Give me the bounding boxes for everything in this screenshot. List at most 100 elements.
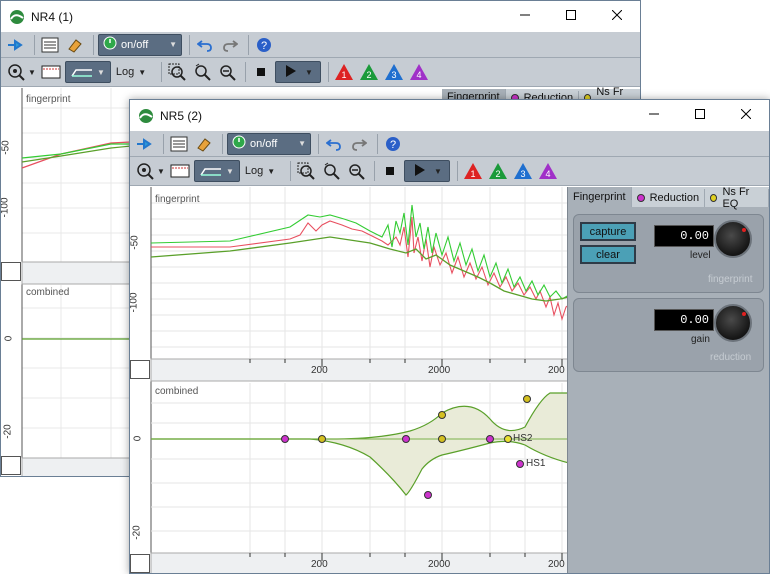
combined-plot-title: combined: [155, 386, 199, 397]
marker-3-icon[interactable]: 3: [383, 61, 405, 83]
chevron-down-icon[interactable]: ▼: [28, 68, 36, 77]
zoom-reset-icon[interactable]: [191, 61, 213, 83]
zoom-target-icon[interactable]: [5, 61, 27, 83]
fingerprint-plot-title: fingerprint: [26, 94, 71, 105]
pin-icon[interactable]: [5, 34, 27, 56]
svg-text:1: 1: [470, 169, 475, 179]
chevron-down-icon: ▼: [304, 67, 313, 77]
zoom-reset-icon[interactable]: [320, 160, 342, 182]
settings-icon[interactable]: [168, 133, 190, 155]
title-bar[interactable]: NR4 (1): [1, 1, 640, 32]
redo-icon[interactable]: [219, 34, 241, 56]
undo-icon[interactable]: [194, 34, 216, 56]
knob-indicator-icon: [742, 228, 746, 232]
onoff-label: on/off: [250, 137, 278, 150]
marker-2-icon[interactable]: 2: [358, 61, 380, 83]
y-tick-label: 0: [132, 435, 144, 442]
marker-4-icon[interactable]: 4: [537, 160, 559, 182]
chevron-down-icon: ▼: [225, 166, 234, 176]
maximize-icon: [695, 109, 705, 122]
play-dropdown[interactable]: ▼: [403, 160, 450, 182]
toolbar-separator: [248, 34, 249, 55]
log-dropdown[interactable]: Log ▼: [243, 160, 283, 182]
x-tick-label: 200: [311, 365, 328, 376]
zoom-icon[interactable]: [295, 160, 317, 182]
gain-label: gain: [691, 334, 710, 345]
chevron-down-icon: ▼: [267, 166, 276, 176]
chevron-down-icon: ▼: [169, 40, 177, 49]
status-dot: [636, 194, 645, 202]
tab-ns-fr-eq[interactable]: Ns Fr EQ: [705, 186, 769, 210]
eraser-icon[interactable]: [64, 34, 86, 56]
x-tick-label: 200: [548, 559, 565, 570]
toolbar-separator: [289, 161, 291, 181]
stop-icon[interactable]: [379, 160, 401, 182]
log-dropdown[interactable]: Log ▼: [114, 61, 154, 83]
gain-knob[interactable]: [714, 304, 752, 342]
y-tick-label: -100: [129, 292, 140, 313]
minimize-button[interactable]: [502, 1, 548, 32]
maximize-icon: [566, 10, 576, 23]
chevron-down-icon: ▼: [433, 166, 442, 176]
chevron-down-icon: ▼: [138, 67, 147, 77]
svg-text:?: ?: [390, 139, 396, 151]
marker-2-icon[interactable]: 2: [487, 160, 509, 182]
help-icon[interactable]: ?: [253, 34, 275, 56]
minimize-icon: [649, 109, 659, 122]
marker-4-icon[interactable]: 4: [408, 61, 430, 83]
play-icon: [412, 163, 426, 180]
minimize-button[interactable]: [631, 100, 677, 131]
zoom-out-icon[interactable]: [216, 61, 238, 83]
maximize-button[interactable]: [548, 1, 594, 32]
close-button[interactable]: [723, 100, 769, 131]
window-nr5[interactable]: NR5 (2) on/off ▼ ? ▼ ▼ Log ▼ ▼ 1 2 3 4 f…: [129, 99, 770, 574]
svg-text:4: 4: [416, 70, 421, 80]
svg-text:2: 2: [366, 70, 371, 80]
settings-icon[interactable]: [39, 34, 61, 56]
axis-corner-box[interactable]: [1, 456, 21, 475]
band-label-hs1: HS1: [526, 458, 546, 469]
help-icon[interactable]: ?: [382, 133, 404, 155]
graph-mode-icon: [200, 163, 222, 180]
chevron-down-icon: ▼: [298, 139, 306, 148]
zoom-out-icon[interactable]: [345, 160, 367, 182]
combined-plot-title: combined: [26, 287, 70, 298]
y-tick-label: -50: [129, 235, 141, 250]
level-knob[interactable]: [714, 220, 752, 258]
capture-button[interactable]: capture: [580, 222, 636, 241]
display-icon[interactable]: [169, 160, 191, 182]
stop-icon[interactable]: [250, 61, 272, 83]
undo-icon[interactable]: [323, 133, 345, 155]
onoff-dropdown[interactable]: on/off ▼: [98, 33, 182, 56]
marker-3-icon[interactable]: 3: [512, 160, 534, 182]
tab-fingerprint[interactable]: Fingerprint: [568, 187, 632, 207]
axis-corner-box[interactable]: [130, 360, 150, 379]
fingerprint-plot-title: fingerprint: [155, 194, 200, 205]
onoff-dropdown[interactable]: on/off ▼: [227, 132, 311, 155]
maximize-button[interactable]: [677, 100, 723, 131]
x-tick-label: 200: [548, 365, 565, 376]
display-icon[interactable]: [40, 61, 62, 83]
clear-button[interactable]: clear: [580, 245, 636, 264]
redo-icon[interactable]: [348, 133, 370, 155]
play-dropdown[interactable]: ▼: [274, 61, 321, 83]
marker-1-icon[interactable]: 1: [333, 61, 355, 83]
toolbar-separator: [93, 34, 94, 55]
close-button[interactable]: [594, 1, 640, 32]
gain-display: 0.00: [654, 309, 714, 331]
y-tick-label: -20: [131, 525, 143, 540]
title-bar[interactable]: NR5 (2): [130, 100, 769, 131]
level-label: level: [690, 250, 711, 261]
zoom-target-icon[interactable]: [134, 160, 156, 182]
tab-reduction[interactable]: Reduction: [632, 189, 706, 207]
graph-mode-dropdown[interactable]: ▼: [64, 61, 111, 83]
power-icon: [103, 36, 117, 53]
zoom-icon[interactable]: [166, 61, 188, 83]
pin-icon[interactable]: [134, 133, 156, 155]
axis-corner-box[interactable]: [130, 554, 150, 573]
chevron-down-icon[interactable]: ▼: [157, 167, 165, 176]
eraser-icon[interactable]: [193, 133, 215, 155]
axis-corner-box[interactable]: [1, 262, 21, 281]
graph-mode-dropdown[interactable]: ▼: [193, 160, 240, 182]
marker-1-icon[interactable]: 1: [462, 160, 484, 182]
